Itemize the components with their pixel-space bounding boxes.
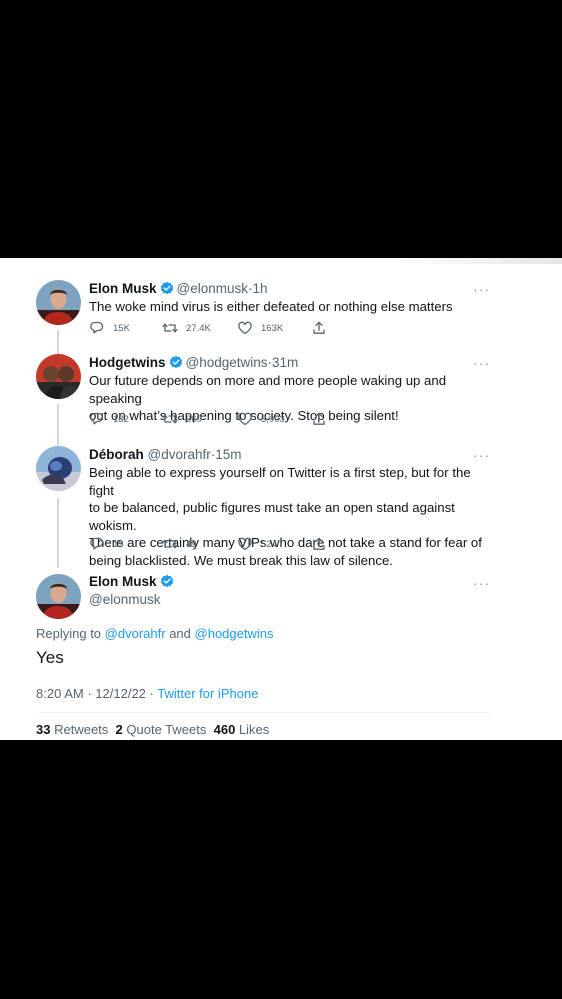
tweet-text-line: out on what’s happening to society. Stop…	[89, 408, 399, 423]
more-icon[interactable]: ···	[473, 448, 490, 462]
retweets-count: 33	[36, 722, 51, 737]
tweet-time[interactable]: 1h	[253, 281, 268, 296]
share-icon	[313, 321, 325, 334]
share-icon	[313, 537, 325, 550]
more-icon[interactable]: ···	[473, 576, 490, 590]
share-button[interactable]	[311, 411, 335, 427]
card-edge	[0, 258, 562, 264]
retweet-icon	[162, 539, 178, 549]
main-author-name-row: Elon Musk	[89, 574, 177, 591]
divider	[36, 712, 490, 713]
tweet-time[interactable]: 15m	[215, 447, 241, 462]
tweet-text: The woke mind virus is either defeated o…	[89, 298, 499, 316]
reply-count: 15K	[113, 322, 130, 334]
tweet-text-line: Our future depends on more and more peop…	[89, 373, 447, 406]
tweet-text: Being able to express yourself on Twitte…	[89, 464, 499, 569]
like-button[interactable]: 163K	[237, 320, 283, 336]
reply-count: 132	[113, 413, 129, 425]
likes-stat[interactable]: 460 Likes	[214, 722, 270, 737]
share-icon	[313, 412, 325, 425]
retweet-button[interactable]: 49	[162, 536, 197, 552]
retweet-count: 49	[186, 538, 197, 550]
tweet-elonmusk[interactable]: Elon Musk @elonmusk·1h ··· The woke mind …	[0, 280, 562, 360]
reply-icon	[90, 321, 104, 334]
like-button[interactable]: 3,903	[237, 411, 285, 427]
like-button[interactable]: 524	[237, 536, 277, 552]
author-name[interactable]: Elon Musk	[89, 281, 157, 296]
author-name[interactable]: Hodgetwins	[89, 355, 166, 370]
reply-icon	[90, 537, 104, 550]
like-count: 163K	[261, 322, 284, 334]
tweet-text-line: The woke mind virus is either defeated o…	[89, 299, 453, 314]
heart-icon	[238, 321, 252, 335]
tweet-time[interactable]: 31m	[272, 355, 298, 370]
tweet-text-line: There are certainly many VIPs who dare n…	[89, 535, 482, 550]
tweet-header: Déborah @dvorahfr·15m	[89, 446, 242, 463]
tweet-header: Elon Musk @elonmusk·1h	[89, 280, 268, 299]
replying-and: and	[169, 626, 191, 641]
dot-separator: ·	[149, 686, 154, 701]
tweet-hodgetwins[interactable]: Hodgetwins @hodgetwins·31m ··· Our future…	[0, 354, 562, 434]
avatar-elonmusk[interactable]	[36, 574, 81, 619]
retweet-button[interactable]: 27.4K	[162, 320, 211, 336]
verified-badge-icon	[159, 574, 174, 591]
author-name[interactable]: Déborah	[89, 447, 144, 462]
reply-button[interactable]: 19	[89, 536, 124, 552]
retweets-stat[interactable]: 33 Retweets	[36, 722, 108, 737]
quote-tweets-stat[interactable]: 2 Quote Tweets	[116, 722, 207, 737]
tweet-text-line: Being able to express yourself on Twitte…	[89, 465, 471, 498]
dot-separator: ·	[87, 686, 92, 701]
heart-icon	[238, 412, 252, 426]
tweet-metadata: 8:20 AM · 12/12/22 · Twitter for iPhone	[36, 686, 258, 701]
retweet-count: 369	[186, 413, 202, 425]
retweet-button[interactable]: 369	[162, 411, 202, 427]
quote-tweets-count: 2	[115, 722, 123, 737]
more-icon[interactable]: ···	[473, 356, 490, 370]
avatar-elonmusk[interactable]	[36, 280, 81, 325]
likes-label: Likes	[238, 722, 270, 737]
reply-button[interactable]: 132	[89, 411, 129, 427]
tweet-dvorahfr[interactable]: Déborah @dvorahfr·15m ··· Being able to …	[0, 446, 562, 568]
author-handle[interactable]: @elonmusk	[177, 281, 248, 296]
heart-icon	[238, 537, 252, 551]
author-handle[interactable]: @dvorahfr	[148, 447, 211, 462]
main-tweet-text: Yes	[36, 648, 64, 667]
share-button[interactable]	[311, 536, 335, 552]
retweet-count: 27.4K	[186, 322, 211, 334]
main-tweet: Elon Musk @elonmusk ··· Replying to @dvo…	[0, 574, 562, 740]
avatar-hodgetwins[interactable]	[36, 354, 81, 399]
reply-count: 19	[113, 538, 124, 550]
tweet-text-line: to be balanced, public figures must take…	[89, 500, 455, 533]
retweet-icon	[162, 323, 178, 333]
tweet-time[interactable]: 8:20 AM	[36, 686, 84, 701]
retweet-icon	[162, 414, 178, 424]
verified-badge-icon	[159, 281, 174, 299]
reply-button[interactable]: 15K	[89, 320, 130, 336]
tweet-text-line: being blacklisted. We must break this la…	[89, 552, 393, 568]
engagement-stats: 33 Retweets 2 Quote Tweets 460 Likes	[36, 722, 269, 737]
author-name[interactable]: Elon Musk	[89, 574, 157, 589]
more-icon[interactable]: ···	[473, 282, 490, 296]
mention-link[interactable]: @dvorahfr	[105, 626, 166, 641]
share-button[interactable]	[311, 320, 335, 336]
like-count: 524	[261, 538, 277, 550]
author-handle[interactable]: @elonmusk	[89, 592, 160, 607]
like-count: 3,903	[261, 413, 285, 425]
verified-badge-icon	[168, 355, 183, 373]
author-handle[interactable]: @hodgetwins	[186, 355, 268, 370]
replying-prefix: Replying to	[36, 626, 102, 641]
mention-link[interactable]: @hodgetwins	[195, 626, 274, 641]
quote-tweets-label: Quote Tweets	[126, 722, 207, 737]
tweet-thread-card: Elon Musk @elonmusk · 1h ··· The woke mind …	[0, 258, 562, 740]
avatar-dvorahfr[interactable]	[36, 446, 81, 491]
tweet-header: Hodgetwins @hodgetwins·31m	[89, 354, 298, 373]
tweet-date[interactable]: 12/12/22	[95, 686, 146, 701]
replying-to: Replying to @dvorahfr and @hodgetwins	[36, 626, 273, 641]
likes-count: 460	[213, 722, 236, 737]
reply-icon	[90, 412, 104, 425]
tweet-source-link[interactable]: Twitter for iPhone	[157, 686, 258, 701]
tweet-text: Our future depends on more and more peop…	[89, 372, 499, 425]
retweets-label: Retweets	[54, 722, 109, 737]
